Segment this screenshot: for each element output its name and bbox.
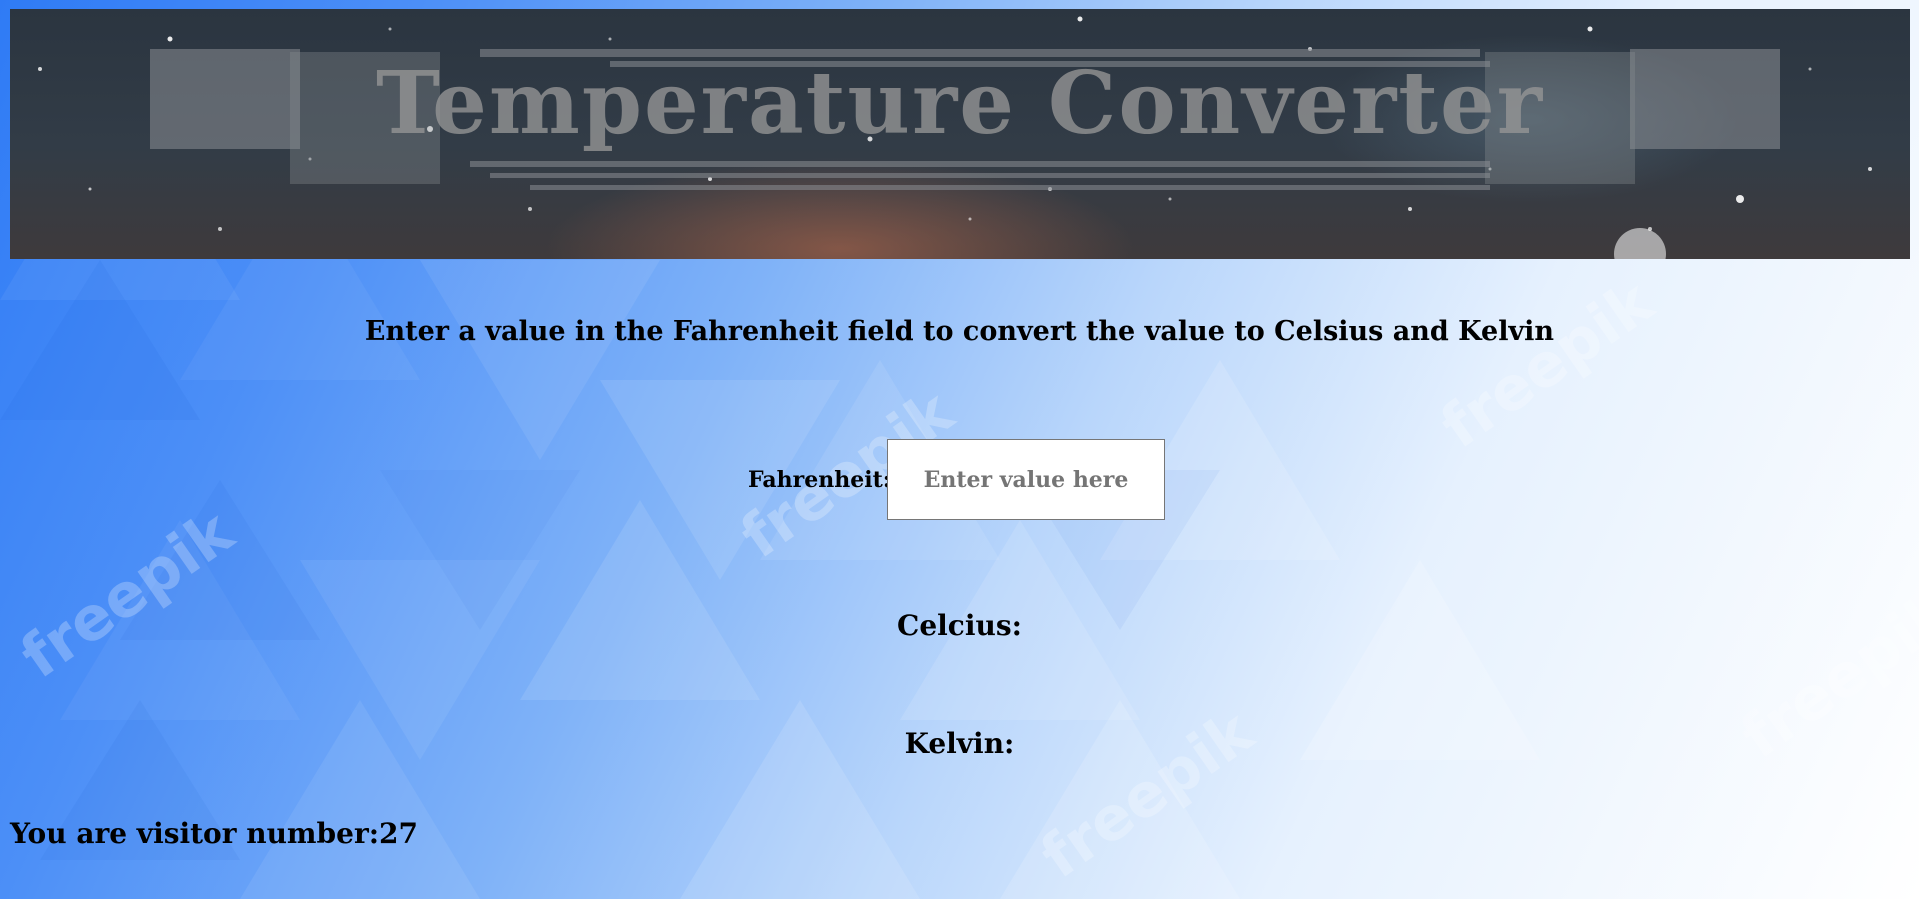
visitor-label: You are visitor number: [10, 817, 380, 850]
visitor-counter: You are visitor number:27 [10, 817, 418, 850]
svg-text:freepik: freepik [1428, 266, 1667, 462]
visitor-count: 27 [379, 817, 418, 850]
celsius-output: Celcius: [897, 609, 1022, 642]
header-banner: Temperature Converter [10, 9, 1910, 259]
fahrenheit-label: Fahrenheit: [748, 467, 891, 493]
instruction-text: Enter a value in the Fahrenheit field to… [364, 316, 1555, 347]
banner-title: Temperature Converter [375, 53, 1545, 154]
fahrenheit-input[interactable] [887, 439, 1165, 520]
kelvin-output: Kelvin: [904, 727, 1015, 760]
